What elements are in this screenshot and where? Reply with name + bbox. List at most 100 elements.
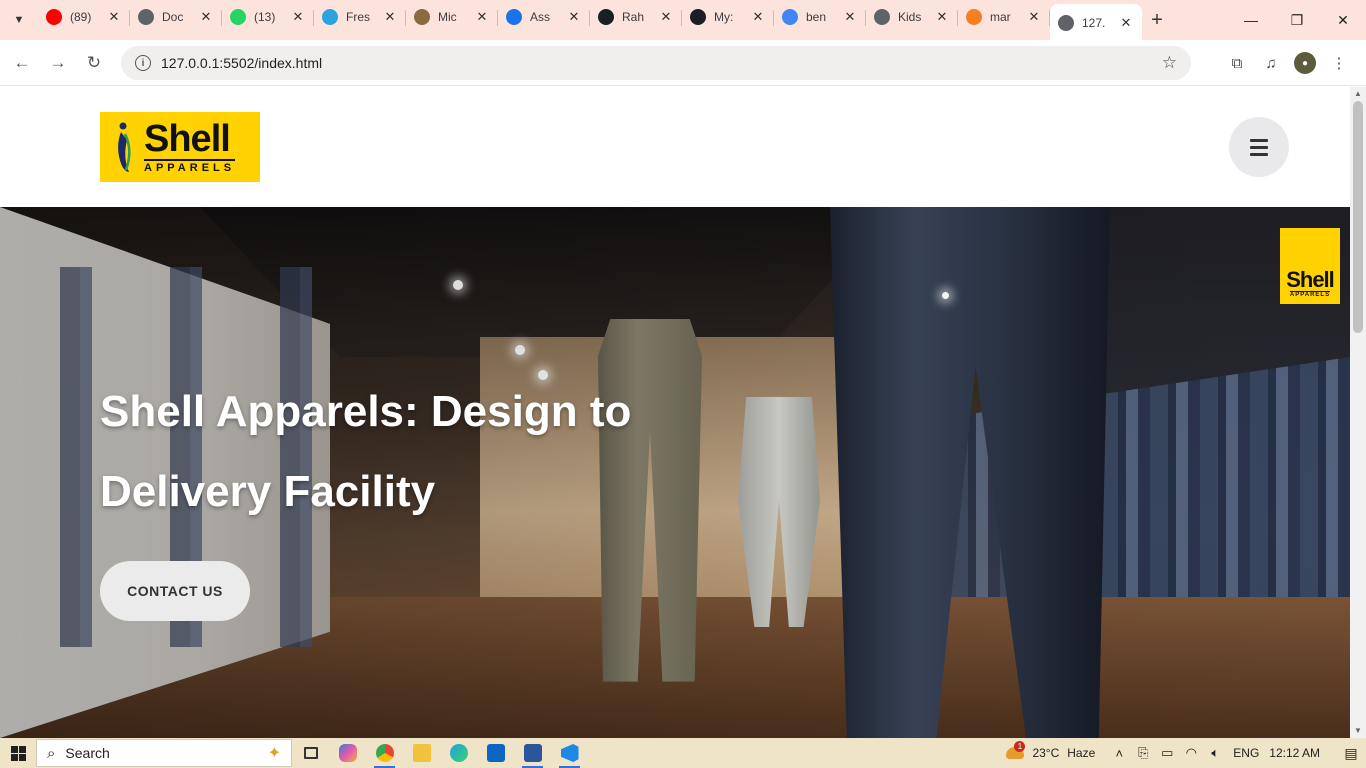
reload-icon[interactable]: ↻ [76,45,112,81]
hamburger-menu-icon[interactable] [1229,117,1289,177]
media-control-icon[interactable]: ♫ [1254,47,1288,79]
scroll-down-icon[interactable]: ▼ [1350,724,1366,738]
task-view-icon[interactable] [292,738,329,768]
file-explorer-icon[interactable] [403,738,440,768]
github-icon [690,9,706,25]
menu-kebab-icon[interactable]: ⋮ [1322,47,1356,79]
weather-condition: Haze [1067,746,1096,760]
haze-weather-icon: 1 [1006,741,1026,759]
notifications-icon[interactable]: ▤ [1336,738,1366,768]
new-tab-button[interactable]: + [1142,9,1172,32]
tab-close-icon[interactable]: ✕ [658,9,674,25]
input-language[interactable]: ENG [1233,746,1259,760]
volume-icon[interactable]: 🔈︎ [1203,745,1227,761]
contact-us-button[interactable]: CONTACT US [100,561,250,621]
google-icon [782,9,798,25]
scroll-up-icon[interactable]: ▲ [1350,87,1366,101]
telegram-icon [322,9,338,25]
edge-icon[interactable] [440,738,477,768]
tab-close-icon[interactable]: ✕ [842,9,858,25]
tab-close-icon[interactable]: ✕ [290,9,306,25]
whatsapp-icon [230,9,246,25]
globe-icon [874,9,890,25]
browser-tab[interactable]: (89) ✕ [38,2,130,32]
profile-avatar[interactable]: ● [1294,52,1316,74]
word-icon[interactable] [514,738,551,768]
browser-tab[interactable]: ben ✕ [774,2,866,32]
bookmark-star-icon[interactable]: ☆ [1162,53,1177,73]
tab-close-icon[interactable]: ✕ [750,9,766,25]
tab-close-icon[interactable]: ✕ [934,9,950,25]
page-viewport: Shell APPARELS Shell APPARELS Shell Appa… [0,87,1350,738]
restore-icon[interactable]: ❐ [1274,0,1320,40]
weather-widget[interactable]: 1 23°C Haze [1006,741,1096,760]
browser-toolbar: ← → ↻ i 127.0.0.1:5502/index.html ☆ ⧉ ♫ … [0,40,1366,86]
wifi-icon[interactable]: ◠ [1179,745,1203,761]
browser-tab[interactable]: 127. ✕ [1050,4,1142,42]
close-window-icon[interactable]: ✕ [1320,0,1366,40]
github-icon [598,9,614,25]
browser-tab[interactable]: Mic ✕ [406,2,498,32]
address-bar[interactable]: i 127.0.0.1:5502/index.html ☆ [121,46,1191,80]
logo-figure-icon [118,122,131,172]
tab-title: My: [714,10,734,24]
weather-temp: 23°C [1032,746,1060,760]
taskbar-search-box[interactable]: ⌕ Search ✦ [36,739,292,767]
system-tray: 1 23°C Haze ˄ ⎘ ▭ ◠ 🔈︎ ENG 12:12 AM ▤ [1006,738,1366,768]
shell-apparels-logo[interactable]: Shell APPARELS [100,112,260,182]
page-scrollbar[interactable]: ▲ ▼ [1350,87,1366,738]
store-sign-word: Shell [1286,267,1335,292]
copilot-icon[interactable] [329,738,366,768]
back-arrow-icon[interactable]: ← [4,45,40,81]
system-clock[interactable]: 12:12 AM [1269,746,1320,760]
vscode-icon[interactable] [551,738,588,768]
browser-tab[interactable]: (13) ✕ [222,2,314,32]
chrome-icon[interactable] [366,738,403,768]
windows-taskbar: ⌕ Search ✦ 1 23°C Haze ˄ ⎘ ▭ ◠ 🔈︎ ENG 12… [0,738,1366,768]
tab-title: mar [990,10,1011,24]
browser-tab[interactable]: mar ✕ [958,2,1050,32]
hero-title: Shell Apparels: Design to Delivery Facil… [100,387,632,516]
site-header: Shell APPARELS [0,87,1350,207]
url-text: 127.0.0.1:5502/index.html [161,55,323,71]
tab-close-icon[interactable]: ✕ [198,9,214,25]
scrollbar-thumb[interactable] [1353,101,1363,333]
tab-title: 127. [1082,16,1106,30]
browser-tab[interactable]: Ass ✕ [498,2,590,32]
copilot-sparkle-icon: ✦ [267,745,281,762]
site-info-icon[interactable]: i [135,55,151,71]
browser-tab[interactable]: Fres ✕ [314,2,406,32]
globe-icon [138,9,154,25]
browser-tab[interactable]: Rah ✕ [590,2,682,32]
tab-title: Doc [162,10,184,24]
start-button[interactable] [0,738,36,768]
extensions-icon[interactable]: ⧉ [1220,47,1254,79]
hero-section: Shell APPARELS Shell Apparels: Design to… [0,207,1350,738]
tab-close-icon[interactable]: ✕ [1118,15,1134,31]
tab-title: ben [806,10,827,24]
battery-icon[interactable]: ▭ [1155,745,1179,761]
browser-tab[interactable]: Doc ✕ [130,2,222,32]
browser-tab[interactable]: Kids ✕ [866,2,958,32]
usb-device-icon[interactable]: ⎘ [1131,745,1155,761]
tab-close-icon[interactable]: ✕ [474,9,490,25]
toolbar-actions: ⧉ ♫ ● ⋮ [1220,47,1356,79]
minimize-icon[interactable]: — [1228,0,1274,40]
tab-title: Rah [622,10,645,24]
tab-close-icon[interactable]: ✕ [1026,9,1042,25]
globe-icon [1058,15,1074,31]
tab-title: Mic [438,10,457,24]
tab-close-icon[interactable]: ✕ [382,9,398,25]
show-hidden-icons-chevron-icon[interactable]: ˄ [1107,746,1131,761]
tab-close-icon[interactable]: ✕ [566,9,582,25]
tab-close-icon[interactable]: ✕ [106,9,122,25]
chatgpt-icon [414,9,430,25]
browser-tab[interactable]: My: ✕ [682,2,774,32]
forward-arrow-icon[interactable]: → [40,45,76,81]
tab-title: Kids [898,10,922,24]
browser-tab-strip: ▼ (89) ✕ Doc ✕ (13) ✕ Fres ✕ Mic ✕ Ass ✕ Rah ✕ My: ✕ ben… [0,0,1366,42]
taskbar-search-label: Search [65,745,110,761]
tab-search-chevron-icon[interactable]: ▼ [6,7,32,33]
logo-word: Shell [144,118,231,160]
linkedin-icon[interactable] [477,738,514,768]
